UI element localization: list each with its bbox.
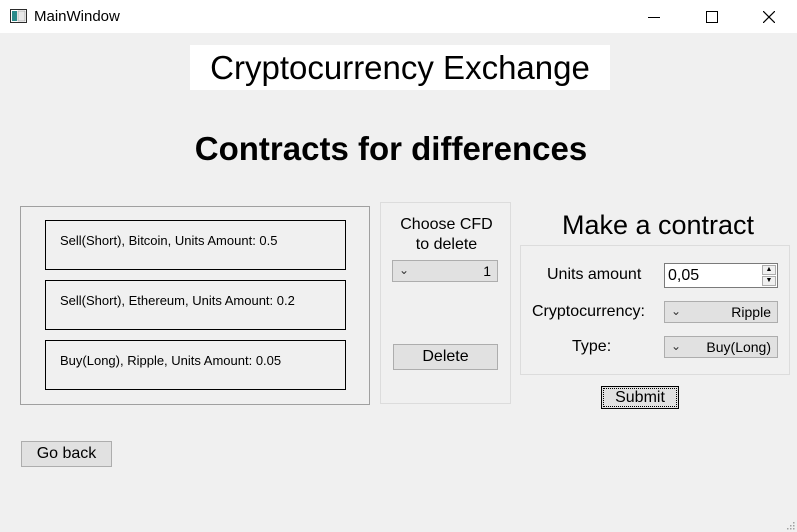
delete-button[interactable]: Delete bbox=[393, 344, 498, 370]
type-label: Type: bbox=[572, 338, 612, 355]
chevron-down-icon: ⌄ bbox=[399, 263, 410, 277]
type-value: Buy(Long) bbox=[706, 339, 771, 355]
type-select[interactable]: ⌄ Buy(Long) bbox=[664, 336, 778, 358]
units-amount-value: 0,05 bbox=[668, 267, 700, 284]
window-title: MainWindow bbox=[34, 8, 120, 25]
page-title: Cryptocurrency Exchange bbox=[190, 45, 610, 90]
page-subtitle: Contracts for differences bbox=[194, 130, 588, 167]
close-button[interactable] bbox=[740, 0, 797, 33]
chevron-down-icon: ⌄ bbox=[671, 304, 682, 318]
chevron-down-icon: ⌄ bbox=[671, 339, 682, 353]
choose-cfd-label-line2: to delete bbox=[415, 236, 478, 253]
app-icon bbox=[10, 9, 27, 23]
choose-cfd-label: Choose CFD to delete bbox=[381, 215, 512, 255]
contract-list: Sell(Short), Bitcoin, Units Amount: 0.5 … bbox=[20, 206, 370, 405]
units-amount-label: Units amount bbox=[547, 266, 642, 283]
cryptocurrency-value: Ripple bbox=[731, 304, 771, 320]
spin-up-button[interactable]: ▲ bbox=[762, 265, 776, 275]
go-back-button[interactable]: Go back bbox=[21, 441, 112, 467]
minimize-icon bbox=[648, 16, 660, 18]
maximize-icon bbox=[706, 10, 718, 23]
cryptocurrency-select[interactable]: ⌄ Ripple bbox=[664, 301, 778, 323]
contract-item-1: Sell(Short), Bitcoin, Units Amount: 0.5 bbox=[45, 220, 346, 270]
make-contract-title: Make a contract bbox=[561, 210, 755, 240]
maximize-button[interactable] bbox=[683, 0, 741, 33]
window-titlebar: MainWindow bbox=[0, 0, 797, 33]
submit-button[interactable]: Submit bbox=[601, 386, 679, 409]
close-icon bbox=[763, 10, 775, 23]
cfd-index-select[interactable]: ⌄ 1 bbox=[392, 260, 498, 282]
minimize-button[interactable] bbox=[625, 0, 683, 33]
cfd-index-value: 1 bbox=[483, 263, 491, 279]
delete-panel: Choose CFD to delete bbox=[380, 202, 511, 404]
contract-item-3: Buy(Long), Ripple, Units Amount: 0.05 bbox=[45, 340, 346, 390]
resize-grip-icon[interactable] bbox=[785, 520, 795, 530]
cryptocurrency-label: Cryptocurrency: bbox=[532, 303, 645, 320]
choose-cfd-label-line1: Choose CFD bbox=[400, 216, 493, 233]
spin-down-button[interactable]: ▼ bbox=[762, 276, 776, 286]
contract-item-2: Sell(Short), Ethereum, Units Amount: 0.2 bbox=[45, 280, 346, 330]
units-amount-spinbox[interactable]: 0,05 ▲ ▼ bbox=[664, 263, 778, 288]
